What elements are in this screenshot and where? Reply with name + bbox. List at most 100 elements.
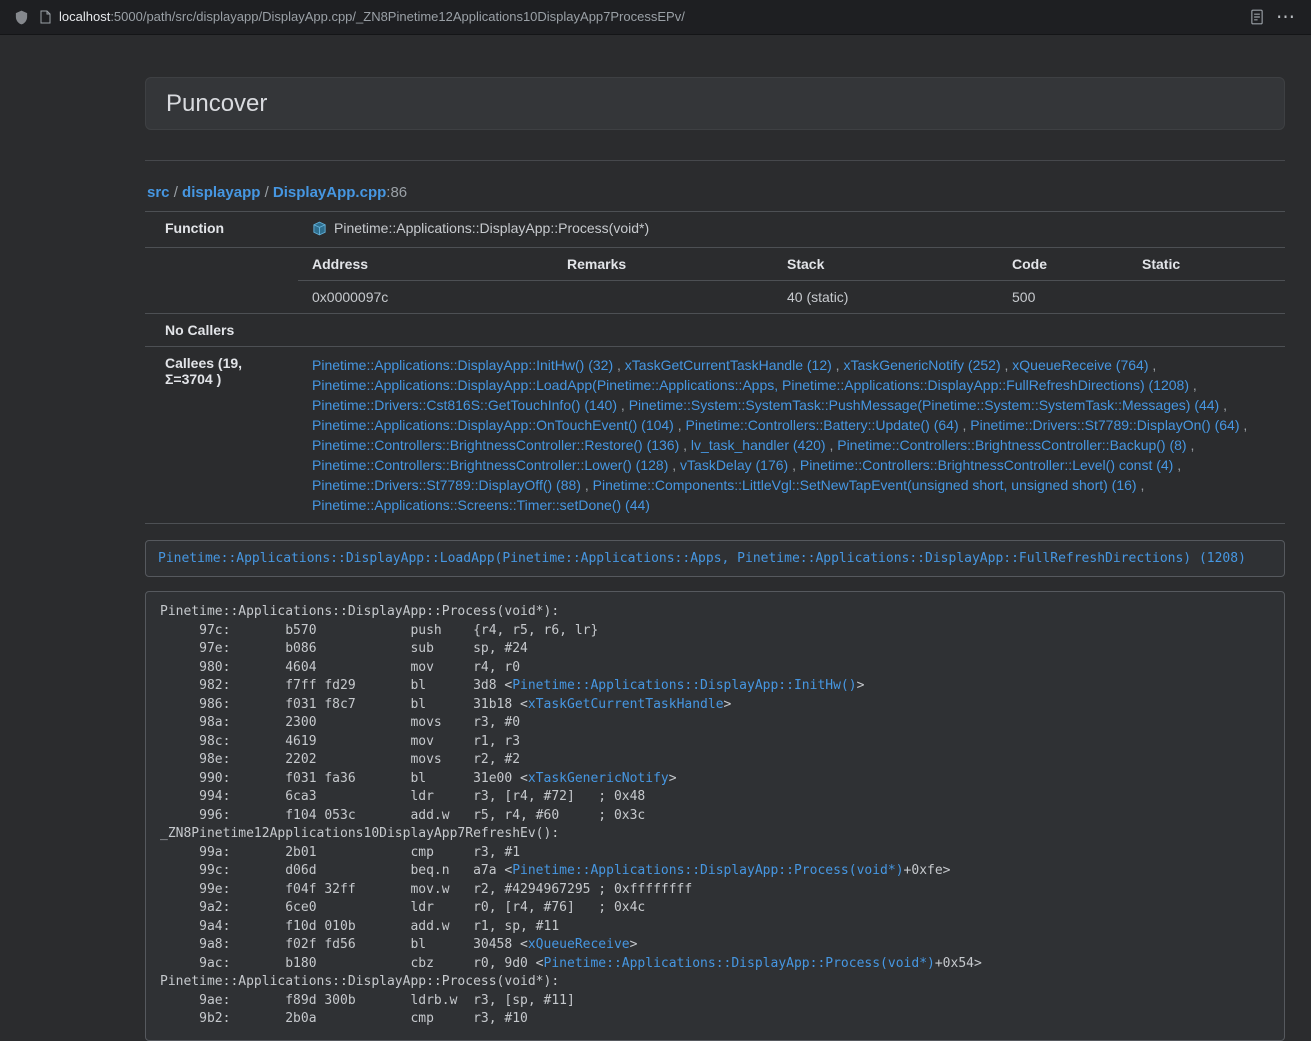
menu-icon[interactable]: ⋯ <box>1274 8 1297 27</box>
column-header-code: Code <box>998 248 1128 281</box>
code-text: 986: f031 f8c7 bl 31b18 < <box>160 697 528 712</box>
code-line: 98e: 2202 movs r2, #2 <box>160 751 1270 770</box>
code-line: 9ac: b180 cbz r0, 9d0 <Pinetime::Applica… <box>160 955 1270 974</box>
callee-link[interactable]: Pinetime::Controllers::Battery::Update()… <box>686 417 959 433</box>
callee-link[interactable]: vTaskDelay (176) <box>680 457 788 473</box>
code-text: 9a8: f02f fd56 bl 30458 < <box>160 937 528 952</box>
callee-link[interactable]: Pinetime::Applications::DisplayApp::Load… <box>312 377 1189 393</box>
code-text: 9ac: b180 cbz r0, 9d0 < <box>160 956 544 971</box>
callee-link[interactable]: xTaskGenericNotify (252) <box>843 357 1000 373</box>
code-text: 98c: 4619 mov r1, r3 <box>160 734 520 749</box>
code-text: > <box>857 678 865 693</box>
url-bar[interactable]: localhost:5000/path/src/displayapp/Displ… <box>39 8 1240 26</box>
code-symbol-link[interactable]: Pinetime::Applications::DisplayApp::Proc… <box>544 956 935 971</box>
breadcrumb-link[interactable]: displayapp <box>182 184 260 201</box>
code-text: 97c: b570 push {r4, r5, r6, lr} <box>160 623 598 638</box>
code-text: Pinetime::Applications::DisplayApp::Proc… <box>160 604 559 619</box>
detail-address: 0x0000097c <box>298 281 553 314</box>
code-text: _ZN8Pinetime12Applications10DisplayApp7R… <box>160 826 559 841</box>
callee-link[interactable]: lv_task_handler (420) <box>691 437 826 453</box>
code-text: 9b2: 2b0a cmp r3, #10 <box>160 1011 528 1026</box>
code-text: > <box>669 771 677 786</box>
code-line: 9a4: f10d 010b add.w r1, sp, #11 <box>160 918 1270 937</box>
no-callers-label: No Callers <box>145 314 298 347</box>
code-line: 980: 4604 mov r4, r0 <box>160 659 1270 678</box>
code-symbol-link[interactable]: xQueueReceive <box>528 937 630 952</box>
page-title-panel: Puncover <box>145 77 1285 130</box>
empty-label-cell <box>145 248 298 314</box>
callee-separator: , <box>1173 457 1181 473</box>
function-row: Function Pinetime::Applications::Display… <box>145 212 1285 248</box>
detail-header-row: Address Remarks Stack Code Static <box>298 248 1285 281</box>
code-symbol-link[interactable]: xTaskGetCurrentTaskHandle <box>528 697 724 712</box>
callee-separator: , <box>959 417 971 433</box>
breadcrumb-line-number: :86 <box>386 184 407 201</box>
code-line: 9b2: 2b0a cmp r3, #10 <box>160 1010 1270 1029</box>
code-text: 982: f7ff fd29 bl 3d8 < <box>160 678 512 693</box>
code-text: 9a2: 6ce0 ldr r0, [r4, #76] ; 0x4c <box>160 900 645 915</box>
code-line: Pinetime::Applications::DisplayApp::Proc… <box>160 973 1270 992</box>
callee-separator: , <box>788 457 800 473</box>
function-table: Function Pinetime::Applications::Display… <box>145 211 1285 524</box>
code-text: 99c: d06d beq.n a7a < <box>160 863 512 878</box>
reader-mode-icon[interactable] <box>1250 9 1264 25</box>
callee-link[interactable]: Pinetime::Applications::DisplayApp::Init… <box>312 357 613 373</box>
callee-link[interactable]: Pinetime::Applications::DisplayApp::OnTo… <box>312 417 674 433</box>
callee-link[interactable]: Pinetime::Components::LittleVgl::SetNewT… <box>593 477 1137 493</box>
code-text: 994: 6ca3 ldr r3, [r4, #72] ; 0x48 <box>160 789 645 804</box>
callee-link[interactable]: Pinetime::Drivers::Cst816S::GetTouchInfo… <box>312 397 617 413</box>
function-details-row: Address Remarks Stack Code Static 0x0000… <box>145 248 1285 314</box>
callee-link[interactable]: xQueueReceive (764) <box>1012 357 1148 373</box>
column-header-remarks: Remarks <box>553 248 773 281</box>
detail-stack: 40 (static) <box>773 281 998 314</box>
code-text: 980: 4604 mov r4, r0 <box>160 660 520 675</box>
browser-chrome: localhost:5000/path/src/displayapp/Displ… <box>0 0 1311 35</box>
callee-separator: , <box>581 477 593 493</box>
breadcrumb: src / displayapp / DisplayApp.cpp:86 <box>147 183 1285 203</box>
no-callers-row: No Callers <box>145 314 1285 347</box>
callee-link[interactable]: Pinetime::System::SystemTask::PushMessag… <box>629 397 1220 413</box>
code-text: 99e: f04f 32ff mov.w r2, #4294967295 ; 0… <box>160 882 692 897</box>
callee-link[interactable]: Pinetime::Controllers::BrightnessControl… <box>312 457 668 473</box>
detail-static <box>1128 281 1285 314</box>
code-symbol-link[interactable]: xTaskGenericNotify <box>528 771 669 786</box>
code-text: 98e: 2202 movs r2, #2 <box>160 752 520 767</box>
callees-label: Callees (19, Σ=3704 ) <box>145 347 298 524</box>
page-icon <box>39 10 51 24</box>
detail-remarks <box>553 281 773 314</box>
callee-link[interactable]: Pinetime::Applications::Screens::Timer::… <box>312 497 650 513</box>
callee-link[interactable]: Pinetime::Controllers::BrightnessControl… <box>800 457 1173 473</box>
divider <box>145 160 1285 161</box>
page-title[interactable]: Puncover <box>166 90 267 117</box>
code-line: 990: f031 fa36 bl 31e00 <xTaskGenericNot… <box>160 770 1270 789</box>
callee-separator: , <box>674 417 686 433</box>
breadcrumb-separator: / <box>260 184 273 201</box>
breadcrumb-link[interactable]: src <box>147 184 170 201</box>
detail-value-row: 0x0000097c 40 (static) 500 <box>298 281 1285 314</box>
code-text: > <box>724 697 732 712</box>
detail-code: 500 <box>998 281 1128 314</box>
callee-link[interactable]: xTaskGetCurrentTaskHandle (12) <box>625 357 832 373</box>
code-line: 982: f7ff fd29 bl 3d8 <Pinetime::Applica… <box>160 677 1270 696</box>
code-line: 98c: 4619 mov r1, r3 <box>160 733 1270 752</box>
code-line: 986: f031 f8c7 bl 31b18 <xTaskGetCurrent… <box>160 696 1270 715</box>
breadcrumb-separator: / <box>170 184 183 201</box>
content-container: Puncover src / displayapp / DisplayApp.c… <box>145 77 1285 1041</box>
code-line: 99a: 2b01 cmp r3, #1 <box>160 844 1270 863</box>
shield-icon[interactable] <box>14 9 29 26</box>
highlighted-callee-link[interactable]: Pinetime::Applications::DisplayApp::Load… <box>158 551 1246 566</box>
code-symbol-link[interactable]: Pinetime::Applications::DisplayApp::Init… <box>512 678 856 693</box>
breadcrumb-link[interactable]: DisplayApp.cpp <box>273 184 386 201</box>
code-line: 99c: d06d beq.n a7a <Pinetime::Applicati… <box>160 862 1270 881</box>
code-text: +0xfe> <box>904 863 951 878</box>
column-header-stack: Stack <box>773 248 998 281</box>
callee-link[interactable]: Pinetime::Drivers::St7789::DisplayOn() (… <box>970 417 1239 433</box>
code-line: 97e: b086 sub sp, #24 <box>160 640 1270 659</box>
code-line: 97c: b570 push {r4, r5, r6, lr} <box>160 622 1270 641</box>
code-line: Pinetime::Applications::DisplayApp::Proc… <box>160 603 1270 622</box>
code-symbol-link[interactable]: Pinetime::Applications::DisplayApp::Proc… <box>512 863 903 878</box>
callee-link[interactable]: Pinetime::Drivers::St7789::DisplayOff() … <box>312 477 581 493</box>
callee-link[interactable]: Pinetime::Controllers::BrightnessControl… <box>312 437 679 453</box>
function-details-table: Address Remarks Stack Code Static 0x0000… <box>298 248 1285 313</box>
callee-link[interactable]: Pinetime::Controllers::BrightnessControl… <box>837 437 1186 453</box>
